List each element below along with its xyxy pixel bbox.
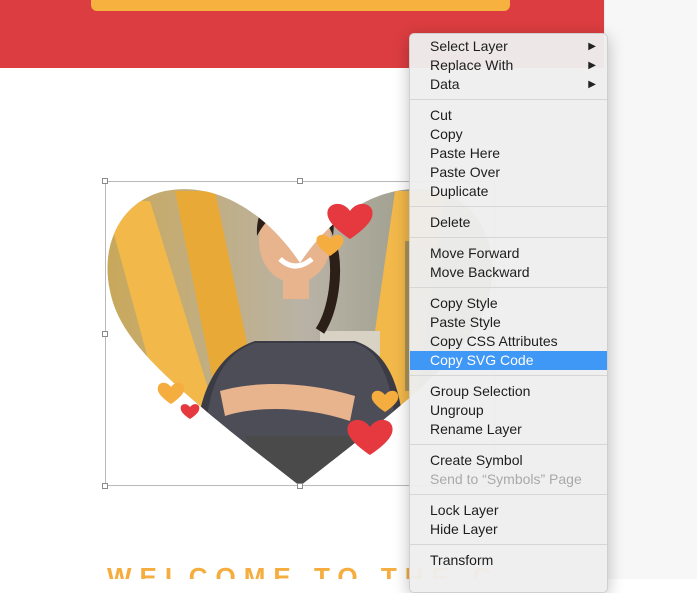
inspector-panel bbox=[604, 0, 697, 579]
menu-separator bbox=[410, 287, 607, 288]
menu-separator bbox=[410, 444, 607, 445]
resize-handle-bottom-center[interactable] bbox=[297, 483, 303, 489]
menu-item-cut[interactable]: Cut bbox=[410, 106, 607, 125]
menu-item-duplicate[interactable]: Duplicate bbox=[410, 182, 607, 201]
menu-separator bbox=[410, 237, 607, 238]
menu-item-paste-over[interactable]: Paste Over bbox=[410, 163, 607, 182]
menu-item-create-symbol[interactable]: Create Symbol bbox=[410, 451, 607, 470]
menu-item-paste-style[interactable]: Paste Style bbox=[410, 313, 607, 332]
menu-item-copy[interactable]: Copy bbox=[410, 125, 607, 144]
menu-item-copy-svg-code[interactable]: Copy SVG Code bbox=[410, 351, 607, 370]
menu-separator bbox=[410, 375, 607, 376]
menu-item-group-selection[interactable]: Group Selection bbox=[410, 382, 607, 401]
menu-item-select-layer[interactable]: Select Layer bbox=[410, 37, 607, 56]
menu-item-delete[interactable]: Delete bbox=[410, 213, 607, 232]
menu-item-move-forward[interactable]: Move Forward bbox=[410, 244, 607, 263]
menu-separator bbox=[410, 99, 607, 100]
yellow-banner-button[interactable] bbox=[91, 0, 510, 11]
menu-separator bbox=[410, 544, 607, 545]
menu-item-send-to-symbols-page: Send to “Symbols” Page bbox=[430, 471, 582, 487]
menu-separator bbox=[410, 494, 607, 495]
menu-item-rename-layer[interactable]: Rename Layer bbox=[410, 420, 607, 439]
menu-item-hide-layer[interactable]: Hide Layer bbox=[410, 520, 607, 539]
menu-item-replace-with[interactable]: Replace With bbox=[410, 56, 607, 75]
resize-handle-top-left[interactable] bbox=[102, 178, 108, 184]
menu-item-transform[interactable]: Transform bbox=[410, 551, 607, 570]
menu-item-data[interactable]: Data bbox=[410, 75, 607, 94]
menu-item-copy-css-attributes[interactable]: Copy CSS Attributes bbox=[410, 332, 607, 351]
menu-item-lock-layer[interactable]: Lock Layer bbox=[410, 501, 607, 520]
menu-item-paste-here[interactable]: Paste Here bbox=[410, 144, 607, 163]
context-menu[interactable]: Select LayerReplace WithDataCutCopyPaste… bbox=[409, 33, 608, 593]
resize-handle-bottom-left[interactable] bbox=[102, 483, 108, 489]
menu-item-ungroup[interactable]: Ungroup bbox=[410, 401, 607, 420]
menu-separator bbox=[410, 206, 607, 207]
resize-handle-top-center[interactable] bbox=[297, 178, 303, 184]
menu-item-move-backward[interactable]: Move Backward bbox=[410, 263, 607, 282]
resize-handle-middle-left[interactable] bbox=[102, 331, 108, 337]
menu-item-copy-style[interactable]: Copy Style bbox=[410, 294, 607, 313]
